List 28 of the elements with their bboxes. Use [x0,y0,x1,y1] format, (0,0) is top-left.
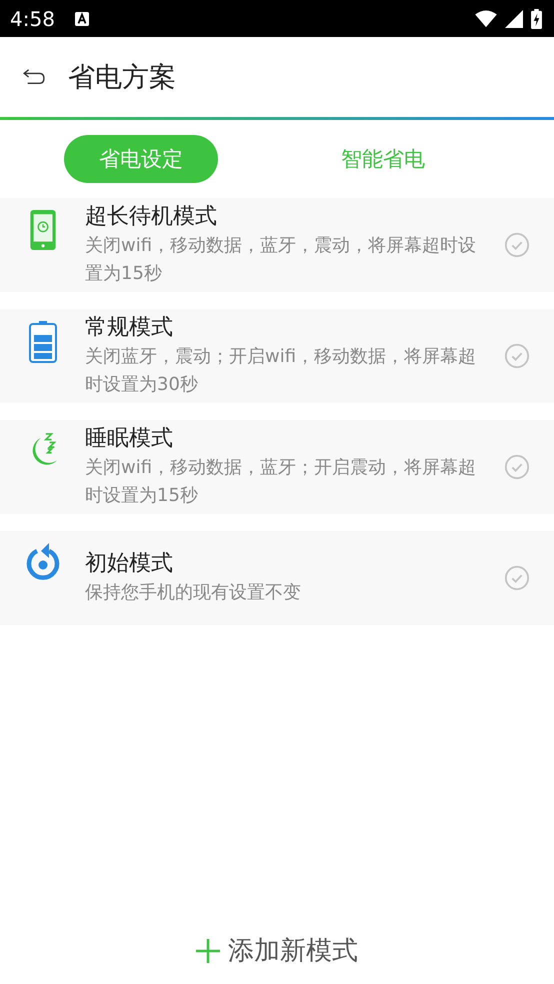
mode-description: 保持您手机的现有设置不变 [85,581,302,605]
phone-icon [30,210,56,250]
plus-icon [196,938,220,962]
check-circle-icon[interactable] [504,565,530,591]
check-circle-icon[interactable] [504,232,530,258]
mode-item[interactable]: 常规模式 关闭蓝牙，震动；开启wifi，移动数据，将屏幕超时设置为30秒 [0,309,554,403]
mode-description: 关闭wifi，移动数据，蓝牙，震动，将屏幕超时设置为15秒 [85,234,478,286]
page-title: 省电方案 [68,61,176,95]
battery-icon [28,321,56,363]
mode-title: 超长待机模式 [85,203,218,231]
mode-description: 关闭蓝牙，震动；开启wifi，移动数据，将屏幕超时设置为30秒 [85,345,478,397]
mode-description: 关闭wifi，移动数据，蓝牙；开启震动，将屏幕超时设置为15秒 [85,456,478,508]
reset-icon [24,543,60,581]
status-time: 4:58 [10,6,55,30]
mode-title: 常规模式 [85,314,174,342]
notification-icon [74,12,89,26]
wifi-icon [475,10,497,28]
battery-charging-icon [531,8,542,28]
check-circle-icon[interactable] [504,454,530,480]
mode-item[interactable]: 超长待机模式 关闭wifi，移动数据，蓝牙，震动，将屏幕超时设置为15秒 [0,198,554,292]
mode-title: 初始模式 [85,550,174,578]
check-circle-icon[interactable] [504,343,530,369]
mode-title: 睡眠模式 [85,425,174,453]
mode-item[interactable]: 睡眠模式 关闭wifi，移动数据，蓝牙；开启震动，将屏幕超时设置为15秒 [0,420,554,514]
signal-icon [505,10,523,28]
back-icon[interactable] [22,68,46,86]
add-mode-button[interactable]: 添加新模式 [196,933,358,968]
mode-item[interactable]: 初始模式 保持您手机的现有设置不变 [0,531,554,625]
